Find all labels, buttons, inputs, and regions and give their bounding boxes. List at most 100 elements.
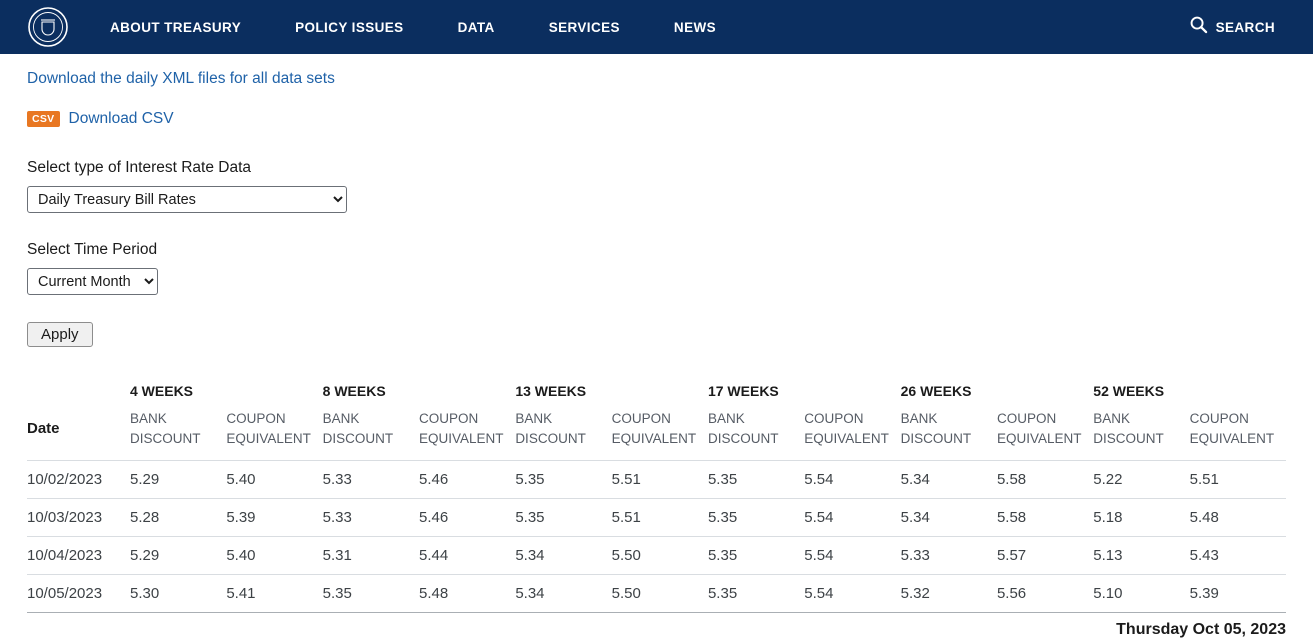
rate-cell: 5.50 (611, 573, 708, 613)
rate-cell: 5.33 (322, 497, 419, 536)
group-header-spacer (27, 383, 130, 409)
week-group-header-row: 4 WEEKS 8 WEEKS 13 WEEKS 17 WEEKS 26 WEE… (27, 383, 1286, 409)
rate-cell: 5.35 (707, 573, 805, 613)
search-icon (1189, 15, 1208, 39)
rate-cell: 5.54 (804, 497, 901, 536)
rate-cell: 5.56 (996, 573, 1094, 613)
rate-cell: 5.30 (130, 573, 227, 613)
rate-cell: 5.41 (226, 573, 323, 613)
apply-button[interactable]: Apply (27, 322, 93, 347)
rate-cell: 5.58 (996, 497, 1094, 536)
rate-cell: 5.54 (804, 459, 901, 498)
date-cell: 10/03/2023 (27, 497, 130, 536)
rate-cell: 5.54 (804, 535, 901, 574)
rate-cell: 5.46 (418, 497, 516, 536)
date-column-header: Date (27, 420, 60, 437)
search-label: SEARCH (1215, 19, 1275, 35)
date-cell: 10/02/2023 (27, 459, 130, 498)
group-header-13-weeks: 13 WEEKS (515, 383, 587, 399)
bank-discount-header: BANK DISCOUNT (515, 411, 586, 447)
nav-item-data[interactable]: DATA (458, 20, 495, 35)
bank-discount-header: BANK DISCOUNT (322, 411, 394, 447)
rate-cell: 5.54 (804, 573, 901, 613)
rate-cell: 5.48 (1189, 497, 1286, 536)
table-row: 10/03/2023 5.28 5.39 5.33 5.46 5.35 5.51 5.35 5.… (27, 497, 1286, 536)
rate-cell: 5.35 (707, 497, 805, 536)
table-row: 10/04/2023 5.29 5.40 5.31 5.44 5.34 5.50 5.35 5.… (27, 535, 1286, 574)
rate-cell: 5.22 (1093, 459, 1190, 498)
nav-item-news[interactable]: NEWS (674, 20, 716, 35)
rate-cell: 5.34 (515, 573, 612, 613)
rate-cell: 5.10 (1093, 573, 1190, 613)
coupon-equivalent-header: COUPON EQUIVALENT (418, 411, 504, 447)
group-header-8-weeks: 8 WEEKS (322, 383, 386, 399)
rate-cell: 5.44 (418, 535, 516, 574)
rate-cell: 5.32 (900, 573, 997, 613)
bank-discount-header: BANK DISCOUNT (130, 411, 201, 447)
rate-cell: 5.29 (130, 459, 227, 498)
top-navigation: ABOUT TREASURY POLICY ISSUES DATA SERVIC… (0, 0, 1313, 54)
nav-item-services[interactable]: SERVICES (549, 20, 620, 35)
rate-cell: 5.40 (226, 535, 323, 574)
search-button[interactable]: SEARCH (1189, 15, 1275, 39)
csv-badge: CSV (27, 110, 60, 128)
download-csv-link[interactable]: Download CSV (69, 110, 174, 128)
rate-cell: 5.46 (418, 459, 516, 498)
rate-type-label: Select type of Interest Rate Data (27, 159, 252, 176)
rate-cell: 5.35 (707, 535, 805, 574)
rates-table-body: 10/02/2023 5.29 5.40 5.33 5.46 5.35 5.51 5.35 5.… (27, 459, 1286, 613)
column-header-row: Date BANK DISCOUNT COUPON EQUIVALENT BAN… (27, 409, 1286, 460)
rate-cell: 5.51 (1189, 459, 1286, 498)
time-period-select[interactable]: Current Month (27, 268, 158, 295)
nav-item-policy-issues[interactable]: POLICY ISSUES (295, 20, 403, 35)
group-header-52-weeks: 52 WEEKS (1093, 383, 1165, 399)
rate-cell: 5.57 (996, 535, 1094, 574)
rate-cell: 5.35 (515, 459, 612, 498)
rate-cell: 5.48 (418, 573, 516, 613)
group-header-26-weeks: 26 WEEKS (900, 383, 972, 399)
bank-discount-header: BANK DISCOUNT (1093, 411, 1164, 447)
rate-cell: 5.34 (900, 459, 997, 498)
rate-cell: 5.51 (611, 497, 708, 536)
date-cell: 10/05/2023 (27, 573, 130, 613)
date-cell: 10/04/2023 (27, 535, 130, 574)
rate-cell: 5.34 (515, 535, 612, 574)
coupon-equivalent-header: COUPON EQUIVALENT (804, 411, 889, 447)
rate-cell: 5.51 (611, 459, 708, 498)
coupon-equivalent-header: COUPON EQUIVALENT (226, 411, 311, 447)
rate-cell: 5.35 (515, 497, 612, 536)
treasury-seal-logo[interactable] (28, 7, 68, 47)
table-footer-date: Thursday Oct 05, 2023 (1116, 620, 1286, 638)
bank-discount-header: BANK DISCOUNT (900, 411, 972, 447)
primary-nav: ABOUT TREASURY POLICY ISSUES DATA SERVIC… (110, 20, 716, 35)
table-row: 10/02/2023 5.29 5.40 5.33 5.46 5.35 5.51 5.35 5.… (27, 459, 1286, 498)
main-content: Download the daily XML files for all dat… (27, 70, 1286, 639)
coupon-equivalent-header: COUPON EQUIVALENT (1189, 411, 1275, 447)
rate-cell: 5.43 (1189, 535, 1286, 574)
rate-type-select[interactable]: Daily Treasury Bill Rates (27, 186, 347, 213)
rate-cell: 5.33 (322, 459, 419, 498)
treasury-bill-rates-table: 4 WEEKS 8 WEEKS 13 WEEKS 17 WEEKS 26 WEE… (27, 383, 1286, 613)
coupon-equivalent-header: COUPON EQUIVALENT (996, 411, 1082, 447)
coupon-equivalent-header: COUPON EQUIVALENT (611, 411, 697, 447)
rate-cell: 5.33 (900, 535, 997, 574)
nav-item-about-treasury[interactable]: ABOUT TREASURY (110, 20, 241, 35)
rate-cell: 5.40 (226, 459, 323, 498)
rate-cell: 5.39 (1189, 573, 1286, 613)
rate-cell: 5.18 (1093, 497, 1190, 536)
rate-cell: 5.28 (130, 497, 227, 536)
rate-cell: 5.29 (130, 535, 227, 574)
bank-discount-header: BANK DISCOUNT (707, 411, 779, 447)
table-row: 10/05/2023 5.30 5.41 5.35 5.48 5.34 5.50 5.35 5.… (27, 573, 1286, 613)
group-header-4-weeks: 4 WEEKS (130, 383, 194, 399)
rate-cell: 5.31 (322, 535, 419, 574)
rate-cell: 5.35 (707, 459, 805, 498)
rate-cell: 5.13 (1093, 535, 1190, 574)
rate-cell: 5.34 (900, 497, 997, 536)
rate-cell: 5.58 (996, 459, 1094, 498)
group-header-17-weeks: 17 WEEKS (707, 383, 779, 399)
rate-cell: 5.39 (226, 497, 323, 536)
time-period-label: Select Time Period (27, 241, 158, 258)
download-xml-link[interactable]: Download the daily XML files for all dat… (27, 70, 335, 87)
rate-cell: 5.50 (611, 535, 708, 574)
